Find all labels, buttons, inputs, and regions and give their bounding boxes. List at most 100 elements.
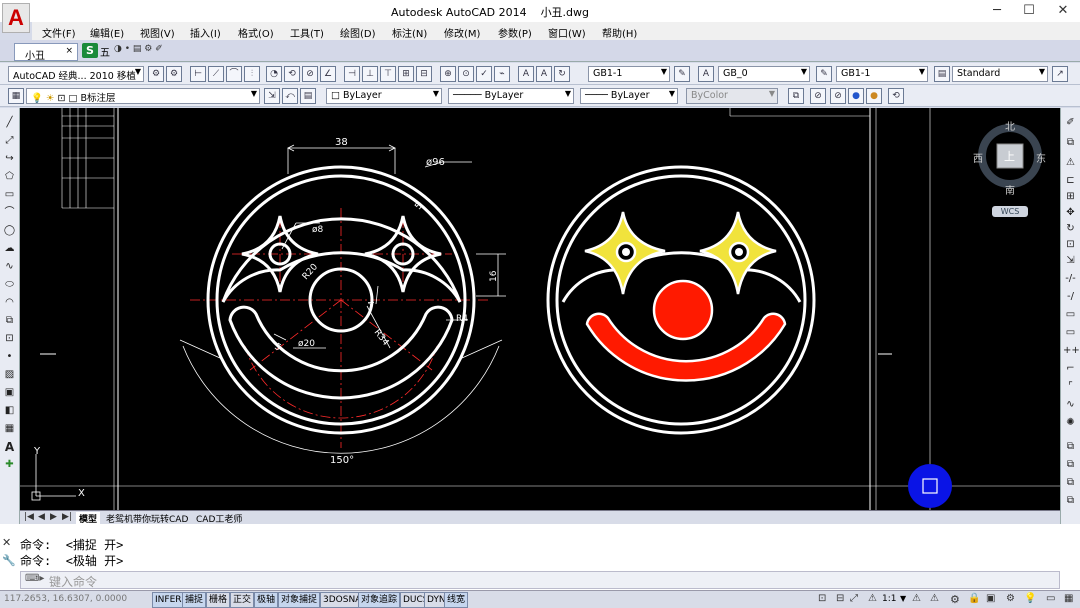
center-mark-icon[interactable]: ⊙ [458, 66, 474, 82]
add-selected-icon[interactable]: ✚ [2, 458, 17, 472]
compass-north[interactable]: 北 [1005, 118, 1015, 133]
toggle-grid[interactable]: 栅格 [206, 592, 231, 608]
close-button[interactable]: ✕ [1048, 2, 1078, 20]
toggle-ortho[interactable]: 正交 [230, 592, 255, 608]
revcloud-icon[interactable]: ☁ [2, 242, 17, 256]
workspace-switch-icon[interactable]: ⚙ [950, 593, 960, 606]
menu-draw[interactable]: 绘图(D) [340, 25, 376, 40]
dim-text-edit-icon[interactable]: A [536, 66, 552, 82]
rotate-icon[interactable]: ↻ [1063, 222, 1078, 236]
fillet-icon[interactable]: ⌜ [1063, 380, 1078, 394]
hatch-icon[interactable]: ▨ [2, 368, 17, 382]
jogged-linear-icon[interactable]: ⌁ [494, 66, 510, 82]
move-icon[interactable]: ✥ [1063, 206, 1078, 220]
layer-tools-icon[interactable]: ⧉ [1063, 440, 1078, 454]
menu-file[interactable]: 文件(F) [42, 25, 76, 40]
menu-tools[interactable]: 工具(T) [290, 25, 324, 40]
spline-icon[interactable]: ∿ [2, 260, 17, 274]
table-icon[interactable]: ▦ [2, 422, 17, 436]
drawing-canvas[interactable]: Y X 38 ø96 5 ø8 R20 16 R4 R34 ø20 5 4 15… [20, 108, 1060, 510]
annotation-scale-icon[interactable]: ⚠ [868, 593, 877, 604]
tab-close-icon[interactable]: × [65, 46, 73, 56]
annotation-visibility-icon[interactable]: ⚠ [912, 593, 921, 604]
layer-previous-icon[interactable]: ⤺ [282, 88, 298, 104]
menu-help[interactable]: 帮助(H) [602, 25, 637, 40]
aligned-dim-icon[interactable]: ⟋ [208, 66, 224, 82]
continue-dim-icon[interactable]: ⊤ [380, 66, 396, 82]
coordinate-readout[interactable]: 117.2653, 16.6307, 0.0000 [4, 594, 127, 604]
layer-delete-icon[interactable]: ⧉ [1063, 494, 1078, 508]
mtext-icon[interactable]: A [2, 440, 17, 454]
model-space-icon[interactable]: ⊡ [818, 593, 826, 604]
lineweight-select[interactable]: ──── ByLayer ▼ [580, 88, 678, 104]
compass-east[interactable]: 东 [1036, 150, 1046, 165]
menu-insert[interactable]: 插入(I) [190, 25, 221, 40]
toggle-osnap[interactable]: 对象捕捉 [278, 592, 321, 608]
region-icon[interactable]: ◧ [2, 404, 17, 418]
gradient-icon[interactable]: ▣ [2, 386, 17, 400]
toggle-lineweight[interactable]: 线宽 [444, 592, 469, 608]
application-menu-button[interactable]: A [2, 3, 30, 33]
render-icon[interactable]: ● [866, 88, 882, 104]
dim-style-select[interactable]: GB_0 ▼ [718, 66, 810, 82]
radius-dim-icon[interactable]: ◔ [266, 66, 282, 82]
surface-icon[interactable]: ⊘ [830, 88, 846, 104]
gear-icon[interactable]: ⚙ [166, 66, 182, 82]
viewcube[interactable]: 北 南 西 东 上 [973, 118, 1046, 200]
break-icon[interactable]: ▭ [1063, 326, 1078, 340]
menu-modify[interactable]: 修改(M) [444, 25, 480, 40]
polygon-icon[interactable]: ⬠ [2, 170, 17, 184]
make-current-layer-icon[interactable]: ⇲ [264, 88, 280, 104]
ordinate-dim-icon[interactable]: ⫶ [244, 66, 260, 82]
close-icon[interactable]: ✕ [2, 536, 16, 550]
lightbulb-icon[interactable]: 💡 [1024, 593, 1036, 604]
stretch-icon[interactable]: ⇲ [1063, 254, 1078, 268]
chevron-down-icon[interactable]: ▼ [900, 594, 906, 603]
baseline-dim-icon[interactable]: ⊥ [362, 66, 378, 82]
visual-style-icon[interactable]: ⟲ [888, 88, 904, 104]
isolate-objects-icon[interactable]: ⚙ [1006, 593, 1015, 604]
workspace-select[interactable]: AutoCAD 经典... 2010 移植 ▼ [8, 66, 144, 82]
toggle-otrack[interactable]: 对象追踪 [358, 592, 401, 608]
minimize-button[interactable]: ─ [982, 2, 1012, 20]
circle-icon[interactable]: ◯ [2, 224, 17, 238]
dim-break-icon[interactable]: ⊟ [416, 66, 432, 82]
toggle-polar[interactable]: 极轴 [254, 592, 279, 608]
ellipse-icon[interactable]: ⬭ [2, 278, 17, 292]
linear-dim-icon[interactable]: ⊢ [190, 66, 206, 82]
workspace-settings-icon[interactable]: ⚙ [148, 66, 164, 82]
dim-edit-icon[interactable]: A [518, 66, 534, 82]
quick-view-icon[interactable]: ⊟ [836, 593, 844, 604]
construction-line-icon[interactable]: ⤢ [2, 134, 17, 148]
text-style-manager-icon[interactable]: ✎ [674, 66, 690, 82]
polyline-icon[interactable]: ↪ [2, 152, 17, 166]
color-select[interactable]: □ ByLayer ▼ [326, 88, 442, 104]
menu-window[interactable]: 窗口(W) [548, 25, 586, 40]
mesh-icon[interactable]: ⊘ [810, 88, 826, 104]
explode-icon[interactable]: ✺ [1063, 416, 1078, 430]
layer-state-icon[interactable]: ▤ [300, 88, 316, 104]
wrench-icon[interactable]: 🔧 [2, 554, 16, 568]
arc-icon[interactable]: ⌒ [2, 206, 17, 220]
extend-icon[interactable]: -/ [1063, 290, 1078, 304]
text-style-select[interactable]: GB1-1 ▼ [588, 66, 670, 82]
offset-icon[interactable]: ⊏ [1063, 174, 1078, 188]
insert-block-icon[interactable]: ⧉ [2, 314, 17, 328]
layer-select[interactable]: 💡 ☀ ⊡ □ B标注层 ▼ [26, 88, 260, 104]
scale-icon[interactable]: ⊡ [1063, 238, 1078, 252]
table-style-manager-icon[interactable]: ✎ [816, 66, 832, 82]
customization-icon[interactable]: ▦ [1064, 593, 1073, 604]
command-input[interactable]: ⌨▸ 键入命令 [20, 571, 1060, 589]
table-style-select[interactable]: GB1-1 ▼ [836, 66, 928, 82]
blend-icon[interactable]: ∿ [1063, 398, 1078, 412]
angular-dim-icon[interactable]: ∠ [320, 66, 336, 82]
tolerance-icon[interactable]: ⊕ [440, 66, 456, 82]
ime-sogou-icon[interactable]: S [82, 43, 98, 58]
menu-format[interactable]: 格式(O) [238, 25, 274, 40]
hardware-acceleration-icon[interactable]: ▣ [986, 593, 995, 604]
mirror-icon[interactable]: ⚠ [1063, 156, 1078, 170]
rectangle-icon[interactable]: ▭ [2, 188, 17, 202]
compass-south[interactable]: 南 [1005, 182, 1015, 197]
clean-screen-icon[interactable]: ▭ [1046, 593, 1055, 604]
multileader-icon[interactable]: ↗ [1052, 66, 1068, 82]
